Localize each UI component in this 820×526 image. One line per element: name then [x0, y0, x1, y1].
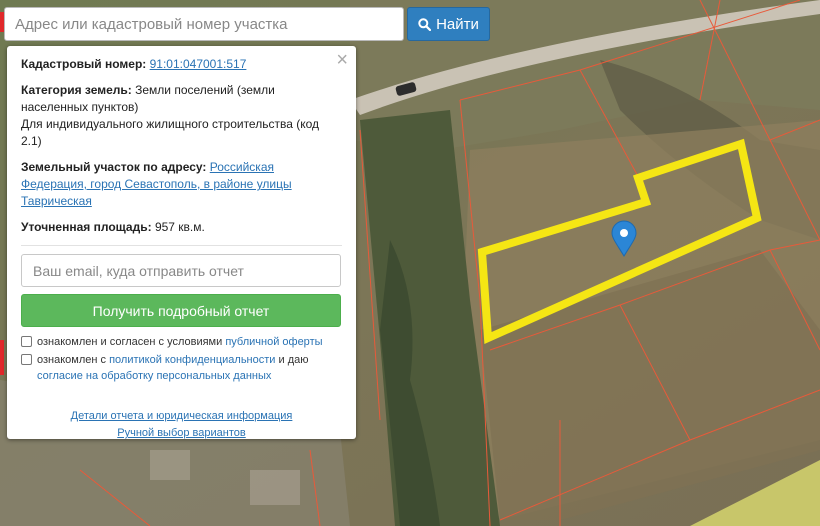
- consent-offer-checkbox[interactable]: [21, 336, 32, 347]
- bottom-links: Детали отчета и юридическая информация Р…: [21, 408, 342, 442]
- public-offer-link[interactable]: публичной оферты: [225, 336, 322, 348]
- privacy-policy-link[interactable]: политикой конфиденциальности: [109, 354, 275, 366]
- category-label: Категория земель:: [21, 83, 132, 97]
- address-label: Земельный участок по адресу:: [21, 160, 207, 174]
- get-report-button[interactable]: Получить подробный отчет: [21, 294, 341, 327]
- area-row: Уточненная площадь: 957 кв.м.: [21, 219, 342, 236]
- area-value: 957 кв.м.: [154, 220, 205, 234]
- consent-privacy-row: ознакомлен с политикой конфиденциальност…: [21, 352, 342, 384]
- email-field[interactable]: [21, 254, 341, 287]
- close-icon[interactable]: ×: [336, 50, 348, 70]
- manual-selection-link[interactable]: Ручной выбор вариантов: [117, 427, 245, 439]
- search-icon: [418, 17, 432, 31]
- consent-offer-text: ознакомлен и согласен с условиями: [37, 336, 223, 348]
- search-button[interactable]: Найти: [407, 7, 490, 41]
- data-processing-consent-link[interactable]: согласие на обработку персональных данны…: [37, 370, 271, 382]
- parcel-info-panel: × Кадастровый номер: 91:01:047001:517 Ка…: [7, 46, 356, 439]
- area-label: Уточненная площадь:: [21, 220, 152, 234]
- cadastral-label: Кадастровый номер:: [21, 57, 147, 71]
- usage-text: Для индивидуального жилищного строительс…: [21, 117, 319, 148]
- cadastral-row: Кадастровый номер: 91:01:047001:517: [21, 56, 342, 73]
- search-input[interactable]: [4, 7, 404, 41]
- consent-privacy-text: ознакомлен с: [37, 354, 107, 366]
- cadastral-number-link[interactable]: 91:01:047001:517: [150, 57, 247, 71]
- report-details-link[interactable]: Детали отчета и юридическая информация: [71, 410, 293, 422]
- consent-privacy-checkbox[interactable]: [21, 354, 32, 365]
- category-row: Категория земель: Земли поселений (земли…: [21, 82, 342, 150]
- divider: [21, 245, 342, 246]
- consent-privacy-middle: и даю: [278, 354, 309, 366]
- search-button-label: Найти: [436, 15, 479, 33]
- consent-offer-row: ознакомлен и согласен с условиями публич…: [21, 334, 342, 350]
- address-row: Земельный участок по адресу: Российская …: [21, 159, 342, 210]
